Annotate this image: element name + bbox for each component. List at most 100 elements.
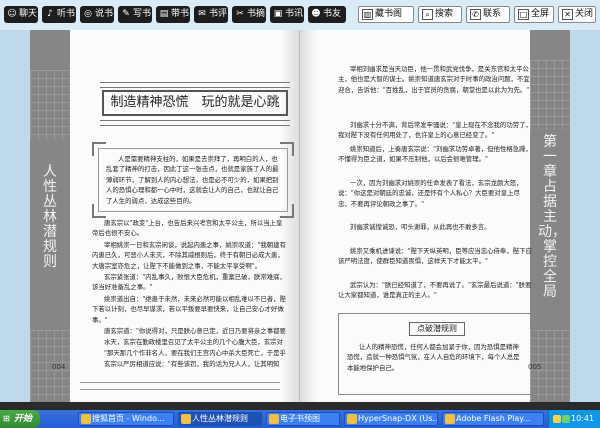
folder-icon [269, 414, 279, 424]
review-button-label: 书评 [209, 9, 228, 19]
body-paragraph: 姚崇知道后，上奏唐玄宗说："刘幽求功劳卓著，但他性格急躁，不懂得为臣之道，如果不… [338, 145, 532, 164]
book-spread[interactable]: 人性丛林潜规则 制造精神恐慌 玩的就是心跳 人是需要精神支柱的，如果是去崇拜了，… [30, 30, 570, 402]
windows-logo-icon: ⊞ [3, 414, 10, 423]
fullscreen-button[interactable]: □ 全屏 [514, 6, 554, 23]
carry-button-label: 带书 [171, 9, 190, 19]
listen-button-label: 听书 [57, 9, 76, 19]
taskbar-item-hypersnap[interactable]: HyperSnap-DX (Us... [344, 412, 438, 426]
friends-button-label: 书友 [323, 9, 342, 19]
pen-icon: ✎ [122, 9, 130, 19]
band-pattern [530, 60, 570, 130]
close-button-label: 关闭 [575, 9, 594, 19]
search-button-label: 搜索 [435, 9, 454, 19]
browser-icon [81, 414, 91, 424]
network-icon[interactable] [562, 415, 570, 423]
chat-button-label: 聊天 [19, 9, 38, 19]
microphone-icon: ◎ [84, 9, 92, 19]
frame-corner [280, 142, 294, 156]
rule-box-title: 点破潜规则 [409, 322, 465, 336]
bookshelf-button[interactable]: ▥ 藏书阁 [358, 6, 414, 23]
camera-icon [347, 414, 357, 424]
comment-icon: ✉ [198, 9, 206, 19]
taskbar-item-ebook-folder[interactable]: 电子书预图 [266, 412, 340, 426]
body-paragraph: 唐玄宗道："你说得对，只是朕心意已定，近日乃要将亲之事都要在政中消灭了。" [104, 327, 286, 335]
right-page[interactable]: 第一章 占据主动，掌控全局 宰相刘幽求是当天功臣，他一贯和武党伐争，是关东宫和太… [300, 30, 570, 402]
start-label: 开始 [14, 414, 33, 424]
speaker-icon[interactable] [553, 415, 561, 423]
flash-icon [445, 414, 455, 424]
close-button[interactable]: ✕ 关闭 [558, 6, 596, 23]
search-icon: ⌕ [422, 9, 433, 20]
body-paragraph: 玄宗以严厉相道应说："有些该罚，我的话为兄人人，让其明知意。" [104, 360, 280, 368]
friends-icon: ☻ [311, 9, 321, 19]
left-margin [0, 30, 30, 402]
listen-button[interactable]: ♪ 听书 [42, 6, 76, 23]
taskbar-item-flash[interactable]: Adobe Flash Play... [442, 412, 544, 426]
fullscreen-icon: □ [518, 9, 529, 20]
start-button[interactable]: ⊞ 开始 [0, 410, 40, 428]
body-paragraph: 姚崇道出自："绝患于未然，未来必然可能以相乱难以不已者，陛下若以计刻，也尽早谋求… [92, 295, 286, 324]
book-title-vertical: 人性丛林潜规则 [43, 164, 57, 270]
search-button[interactable]: ⌕ 搜索 [418, 6, 462, 23]
excerpt-button-label: 书摘 [247, 9, 266, 19]
close-icon: ✕ [562, 9, 573, 20]
tell-button-label: 说书 [95, 9, 114, 19]
frame-corner [92, 142, 106, 156]
page-number-right: 005 [528, 363, 542, 371]
clock[interactable]: 10:41 [571, 410, 594, 428]
news-button-label: 书讯 [285, 9, 304, 19]
headphone-icon: ♪ [47, 9, 53, 19]
body-paragraph: 刘幽求诚惶诚恐，叩头谢罪，从此再也不敢多言。 [350, 223, 491, 231]
task-label: 搜狐首页 - Windo... [92, 414, 165, 423]
write-button[interactable]: ✎ 写书 [118, 6, 152, 23]
news-icon: ▣ [273, 9, 283, 19]
news-button[interactable]: ▣ 书讯 [270, 6, 304, 23]
section-title: 制造精神恐慌 玩的就是心跳 [102, 90, 288, 116]
body-paragraph: 一次，因为刘幽求对姚崇的任命发表了看法，玄宗龙颜大怒，说："你这是对朝廷的忠诚，… [338, 179, 523, 208]
body-paragraph: 唐玄宗以"政变"上台，也告后来兴考宫和太平公主，所以当上皇帝后也很不安心。 [92, 219, 283, 238]
contact-icon: ✆ [470, 9, 481, 20]
task-label: Adobe Flash Play... [456, 414, 531, 423]
contact-button-label: 联系 [483, 9, 502, 19]
frame-corner [92, 204, 106, 218]
friends-button[interactable]: ☻ 书友 [308, 6, 346, 23]
left-page[interactable]: 人性丛林潜规则 制造精神恐慌 玩的就是心跳 人是需要精神支柱的，如果是去崇拜了，… [30, 30, 300, 402]
body-paragraph: 武宗认为："朕已经知道了，不要再说了。"玄宗最后说道："朕要让大家都知道，谁是真… [338, 281, 532, 300]
left-chapter-band: 人性丛林潜规则 [30, 30, 70, 402]
reader-toolbar: ☺ 聊天 ♪ 听书 ◎ 说书 ✎ 写书 ▤ 带书 ✉ 书评 ✂ 书摘 ▣ 书讯 ☻ 书友 ▥ 藏书阁… [0, 0, 600, 30]
book-icon: ▤ [159, 9, 169, 19]
fullscreen-button-label: 全屏 [531, 9, 550, 19]
review-button[interactable]: ✉ 书评 [194, 6, 228, 23]
carry-button[interactable]: ▤ 带书 [156, 6, 190, 23]
chat-button[interactable]: ☺ 聊天 [4, 6, 38, 23]
task-label: HyperSnap-DX (Us... [358, 414, 438, 423]
system-tray: 10:41 [548, 410, 600, 428]
contact-button[interactable]: ✆ 联系 [466, 6, 510, 23]
bookshelf-icon: ▥ [362, 9, 373, 20]
body-paragraph: 水天，玄宗在勤政楼里召见了太平公主的几个心腹大臣，玄宗对他们说了很长的一番话，那… [104, 338, 283, 346]
gutter-shadow [300, 30, 318, 402]
body-paragraph: 宰相姚崇一日和玄宗闲谈，说起内患之事，姚崇叹道："我朝建有内患已久，可恶小人未灭… [92, 241, 286, 270]
windows-taskbar: ⊞ 开始 搜狐首页 - Windo... 人性丛林潜规则 电子书预图 HyperS… [0, 410, 600, 428]
chat-icon: ☺ [7, 9, 17, 19]
title-ornament [100, 120, 290, 126]
body-paragraph: 姚崇又乘机进谏说："陛下天纵英明，臣等应当忠心侍奉，陛下应该严明法度，使群臣知道… [338, 247, 532, 266]
body-paragraph: 玄宗紧张道："内乱事久，败恨大臣危机，重案已破，朕常难寐，该当好准备乱之事。" [92, 273, 286, 292]
bookshelf-button-label: 藏书阁 [375, 9, 403, 19]
intro-text: 人是需要精神支柱的，如果是去崇拜了，再明白的人，也乱套了精神的打击，因此丁这一张… [106, 155, 279, 205]
ebook-icon [181, 414, 191, 424]
tell-button[interactable]: ◎ 说书 [80, 6, 114, 23]
excerpt-button[interactable]: ✂ 书摘 [232, 6, 266, 23]
band-pattern [30, 70, 70, 140]
taskbar-item-browser[interactable]: 搜狐首页 - Windo... [78, 412, 174, 426]
taskbar-item-reader[interactable]: 人性丛林潜规则 [178, 412, 262, 426]
rule-box: 点破潜规则 让人的精神恐慌，任何人都会加紧于你，因为恐惧是精神恐慌，造就一种恐惧… [338, 313, 534, 395]
frame-corner [280, 204, 294, 218]
task-label: 人性丛林潜规则 [192, 414, 248, 423]
write-button-label: 写书 [133, 9, 152, 19]
body-paragraph: "那天那几个作非名人，要在我们王宫内心中杀大臣死亡，于是乎你们有何话说？" [104, 349, 286, 357]
body-paragraph: 刘幽求十分不满，背后常发牢骚说："皇上现在不念我的功劳了，我对陛下没有任何用处了… [338, 121, 532, 140]
excerpt-icon: ✂ [236, 9, 244, 19]
right-chapter-band: 第一章 占据主动，掌控全局 [530, 30, 570, 402]
body-paragraph: 宰相刘幽求是当天功臣，他一贯和武党伐争，是关东宫和太平公主，他也是大智的谋士。姚… [338, 65, 530, 94]
